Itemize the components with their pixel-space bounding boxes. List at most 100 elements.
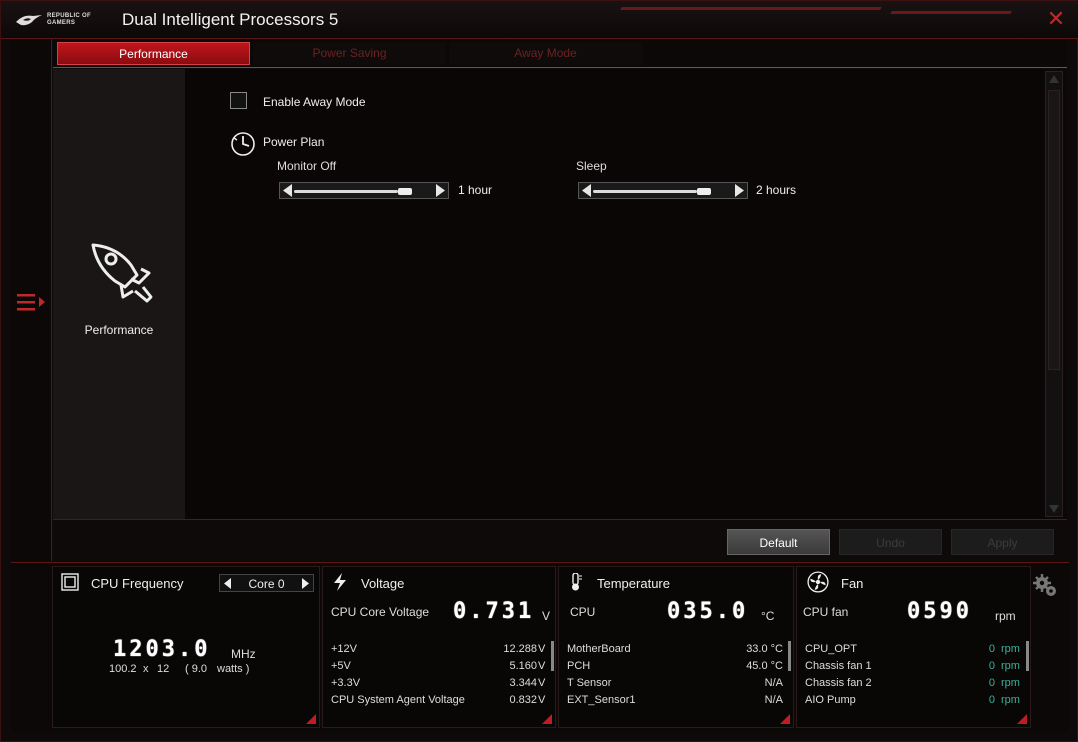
away-mode-settings: Enable Away Mode Power Plan Monitor Off … (185, 69, 1045, 519)
rog-logo-text: REPUBLIC OF GAMERS (47, 13, 91, 26)
temperature-list-scrollbar[interactable] (788, 641, 791, 671)
panel-expand-corner[interactable] (780, 714, 790, 724)
apply-button[interactable]: Apply (951, 529, 1054, 555)
menu-toggle-icon[interactable] (17, 292, 49, 312)
voltage-value: 12.288 (503, 643, 537, 655)
fan-unit: rpm (1001, 677, 1020, 689)
bclk-value: 100.2 (109, 663, 137, 675)
list-item: CPU_OPT 0 rpm (805, 643, 1021, 660)
scroll-thumb[interactable] (1048, 90, 1060, 370)
list-item: +5V 5.160 V (331, 660, 551, 677)
cpu-frequency-unit: MHz (231, 647, 256, 661)
fan-list-scrollbar[interactable] (1026, 641, 1029, 671)
list-item: Chassis fan 1 0 rpm (805, 660, 1021, 677)
main-panel: Performance Enable Away Mode Power Plan … (53, 69, 1067, 519)
cpu-temperature-unit: °C (761, 609, 775, 623)
close-button[interactable]: ✕ (1045, 8, 1067, 30)
temperature-value: N/A (764, 694, 783, 706)
panel-expand-corner[interactable] (1017, 714, 1027, 724)
core-selector[interactable]: Core 0 (219, 574, 314, 592)
title-bar[interactable]: REPUBLIC OF GAMERS Dual Intelligent Proc… (1, 1, 1078, 39)
fan-name: Chassis fan 1 (805, 660, 872, 672)
voltage-value: 5.160 (509, 660, 537, 672)
list-item: EXT_Sensor1 N/A (567, 694, 783, 711)
tab-away-mode[interactable]: Away Mode (449, 42, 642, 65)
voltage-unit: V (538, 660, 546, 672)
power-unit: watts ) (217, 663, 250, 675)
mode-label: Performance (84, 323, 154, 337)
monitor-off-slider[interactable] (279, 182, 449, 199)
temperature-value: N/A (764, 677, 783, 689)
slider-track (593, 190, 697, 193)
voltage-unit: V (538, 694, 546, 706)
panel-expand-corner[interactable] (306, 714, 316, 724)
cpu-frequency-value: 1203.0 (113, 637, 211, 662)
settings-gear-icon[interactable] (1033, 573, 1059, 599)
fan-unit: rpm (1001, 643, 1020, 655)
fan-value: 0 (988, 660, 995, 672)
temperature-panel: Temperature CPU 035.0 °C MotherBoard 33.… (558, 566, 794, 728)
slider-left-arrow-icon[interactable] (283, 184, 292, 197)
default-button[interactable]: Default (727, 529, 830, 555)
app-window: REPUBLIC OF GAMERS Dual Intelligent Proc… (0, 0, 1078, 742)
scroll-up-icon[interactable] (1049, 75, 1059, 83)
cpu-frequency-panel: CPU Frequency Core 0 1203.0 MHz 100.2 x … (52, 566, 320, 728)
slider-right-arrow-icon[interactable] (436, 184, 445, 197)
temperature-name: T Sensor (567, 677, 612, 689)
cpu-fan-unit: rpm (995, 609, 1016, 623)
window-title: Dual Intelligent Processors 5 (122, 10, 339, 29)
monitor-off-value: 1 hour (458, 183, 493, 197)
tab-performance[interactable]: Performance (57, 42, 250, 65)
enable-away-mode-checkbox[interactable] (230, 92, 247, 109)
list-item: PCH 45.0 °C (567, 660, 783, 677)
power-plan-label: Power Plan (263, 135, 325, 149)
multiplier-value: 12 (157, 663, 170, 675)
cpu-chip-icon (61, 573, 79, 591)
list-item: AIO Pump 0 rpm (805, 694, 1021, 711)
temperature-value: 45.0 °C (746, 660, 783, 672)
rog-logo: REPUBLIC OF GAMERS (15, 9, 107, 31)
cpu-core-voltage-label: CPU Core Voltage (331, 605, 430, 619)
temperature-value: 33.0 °C (746, 643, 783, 655)
slider-right-arrow-icon[interactable] (735, 184, 744, 197)
vertical-scrollbar[interactable] (1045, 71, 1063, 517)
fan-unit: rpm (1001, 660, 1020, 672)
fan-name: CPU_OPT (805, 643, 857, 655)
undo-button[interactable]: Undo (839, 529, 942, 555)
fan-name: AIO Pump (805, 694, 856, 706)
slider-track (294, 190, 398, 193)
list-item: T Sensor N/A (567, 677, 783, 694)
panel-expand-corner[interactable] (542, 714, 552, 724)
fan-title: Fan (841, 576, 864, 591)
monitor-off-label: Monitor Off (277, 159, 337, 173)
voltage-name: +3.3V (331, 677, 361, 689)
mode-side-panel: Performance (53, 69, 185, 519)
voltage-name: +12V (331, 643, 357, 655)
scroll-down-icon[interactable] (1049, 505, 1059, 513)
voltage-panel: Voltage CPU Core Voltage 0.731 V +12V 12… (322, 566, 556, 728)
voltage-title: Voltage (361, 576, 405, 591)
voltage-unit: V (538, 677, 546, 689)
tab-power-saving[interactable]: Power Saving (253, 42, 446, 65)
temperature-name: EXT_Sensor1 (567, 694, 636, 706)
sleep-label: Sleep (576, 159, 607, 173)
voltage-list-scrollbar[interactable] (551, 641, 554, 671)
sleep-value: 2 hours (756, 183, 797, 197)
cpu-temperature-label: CPU (570, 605, 596, 619)
fan-value: 0 (988, 677, 995, 689)
fan-value: 0 (988, 643, 995, 655)
sleep-slider[interactable] (578, 182, 748, 199)
action-bar: Default Undo Apply (53, 519, 1067, 561)
power-value: ( 9.0 (185, 663, 208, 675)
slider-knob[interactable] (398, 188, 412, 195)
tab-bar: Performance Power Saving Away Mode (53, 39, 1067, 68)
fan-unit: rpm (1001, 694, 1020, 706)
list-item: +12V 12.288 V (331, 643, 551, 660)
list-item: +3.3V 3.344 V (331, 677, 551, 694)
slider-left-arrow-icon[interactable] (582, 184, 591, 197)
slider-knob[interactable] (697, 188, 711, 195)
close-icon: ✕ (1046, 6, 1066, 31)
system-monitor: CPU Frequency Core 0 1203.0 MHz 100.2 x … (11, 562, 1069, 732)
cpu-temperature-value: 035.0 (667, 599, 749, 624)
fan-icon (807, 571, 829, 593)
